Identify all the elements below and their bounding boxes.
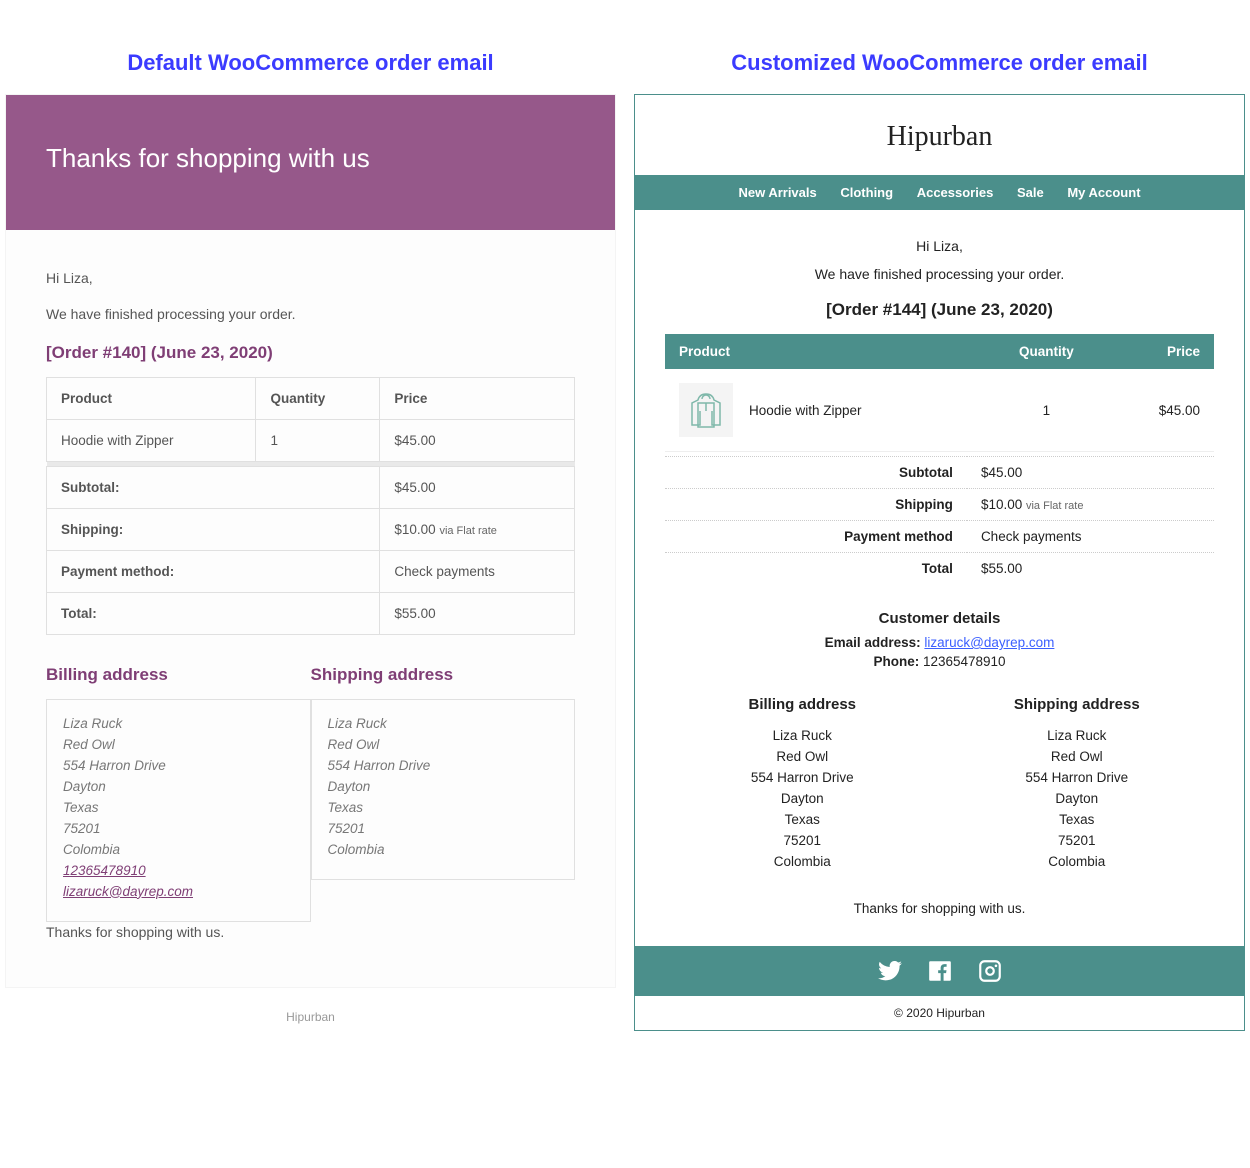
summary-table: Subtotal$45.00 Shipping$10.00 via Flat r… (665, 456, 1214, 584)
hoodie-icon (684, 388, 728, 432)
item-price: $45.00 (1109, 369, 1214, 452)
product-thumb (679, 383, 733, 437)
th-price: Price (1109, 334, 1214, 369)
twitter-icon[interactable] (877, 958, 903, 984)
shipping-heading: Shipping address (311, 665, 576, 685)
custom-nav: New Arrivals Clothing Accessories Sale M… (635, 175, 1244, 210)
billing-heading: Billing address (46, 665, 311, 685)
greeting: Hi Liza, (46, 268, 575, 290)
billing-address: Liza Ruck Red Owl 554 Harron Drive Dayto… (46, 699, 311, 921)
custom-brand: Hipurban (635, 95, 1244, 175)
shipping-k: Shipping: (47, 509, 380, 551)
total-k: Total: (47, 593, 380, 635)
item-name: Hoodie with Zipper (47, 420, 256, 462)
shipping-address: Liza Ruck Red Owl 554 Harron Drive Dayto… (311, 699, 576, 879)
order-table-custom: Product Quantity Price Hoodie with Zippe… (665, 334, 1214, 452)
th-qty: Quantity (256, 378, 380, 420)
item-qty: 1 (984, 369, 1109, 452)
greeting-custom: Hi Liza, (665, 238, 1214, 254)
nav-accessories[interactable]: Accessories (917, 185, 994, 200)
payment-k: Payment method: (47, 551, 380, 593)
facebook-icon[interactable] (927, 958, 953, 984)
item-price: $45.00 (380, 420, 575, 462)
total-v: $55.00 (380, 593, 575, 635)
th-qty: Quantity (984, 334, 1109, 369)
item-qty: 1 (256, 420, 380, 462)
th-price: Price (380, 378, 575, 420)
customer-email-link[interactable]: lizaruck@dayrep.com (924, 635, 1054, 650)
payment-v: Check payments (380, 551, 575, 593)
custom-email-card: Hipurban New Arrivals Clothing Accessori… (634, 94, 1245, 1031)
social-bar (635, 946, 1244, 996)
shipping-address-custom: Shipping address Liza Ruck Red Owl 554 H… (940, 693, 1215, 873)
billing-phone-link[interactable]: 12365478910 (63, 863, 146, 878)
table-row: Total: $55.00 (47, 593, 575, 635)
table-row: Payment method: Check payments (47, 551, 575, 593)
nav-clothing[interactable]: Clothing (840, 185, 893, 200)
subtotal-v: $45.00 (380, 467, 575, 509)
table-row: Hoodie with Zipper 1 $45.00 (47, 420, 575, 462)
nav-sale[interactable]: Sale (1017, 185, 1044, 200)
copyright: © 2020 Hipurban (635, 996, 1244, 1030)
item-name: Hoodie with Zipper (749, 403, 862, 418)
subtotal-k: Subtotal: (47, 467, 380, 509)
order-title-custom: [Order #144] (June 23, 2020) (665, 300, 1214, 320)
default-email-card: Thanks for shopping with us Hi Liza, We … (5, 94, 616, 988)
caption-default: Default WooCommerce order email (5, 50, 616, 76)
th-product: Product (47, 378, 256, 420)
default-header: Thanks for shopping with us (6, 95, 615, 230)
custom-thanks: Thanks for shopping with us. (665, 901, 1214, 916)
table-row: Hoodie with Zipper 1 $45.00 (665, 369, 1214, 452)
order-title: [Order #140] (June 23, 2020) (46, 343, 575, 363)
nav-new-arrivals[interactable]: New Arrivals (738, 185, 816, 200)
default-footer: Thanks for shopping with us. (46, 922, 575, 944)
nav-my-account[interactable]: My Account (1067, 185, 1140, 200)
order-table: Product Quantity Price Hoodie with Zippe… (46, 377, 575, 635)
shipping-v: $10.00 via Flat rate (380, 509, 575, 551)
billing-email-link[interactable]: lizaruck@dayrep.com (63, 884, 193, 899)
instagram-icon[interactable] (977, 958, 1003, 984)
caption-custom: Customized WooCommerce order email (634, 50, 1245, 76)
th-product: Product (665, 334, 984, 369)
customer-details: Customer details Email address: lizaruck… (665, 610, 1214, 669)
intro-custom: We have finished processing your order. (665, 266, 1214, 282)
billing-address-custom: Billing address Liza Ruck Red Owl 554 Ha… (665, 693, 940, 873)
intro: We have finished processing your order. (46, 304, 575, 326)
table-row: Subtotal: $45.00 (47, 467, 575, 509)
default-brand-footer: Hipurban (5, 1010, 616, 1024)
table-row: Shipping: $10.00 via Flat rate (47, 509, 575, 551)
